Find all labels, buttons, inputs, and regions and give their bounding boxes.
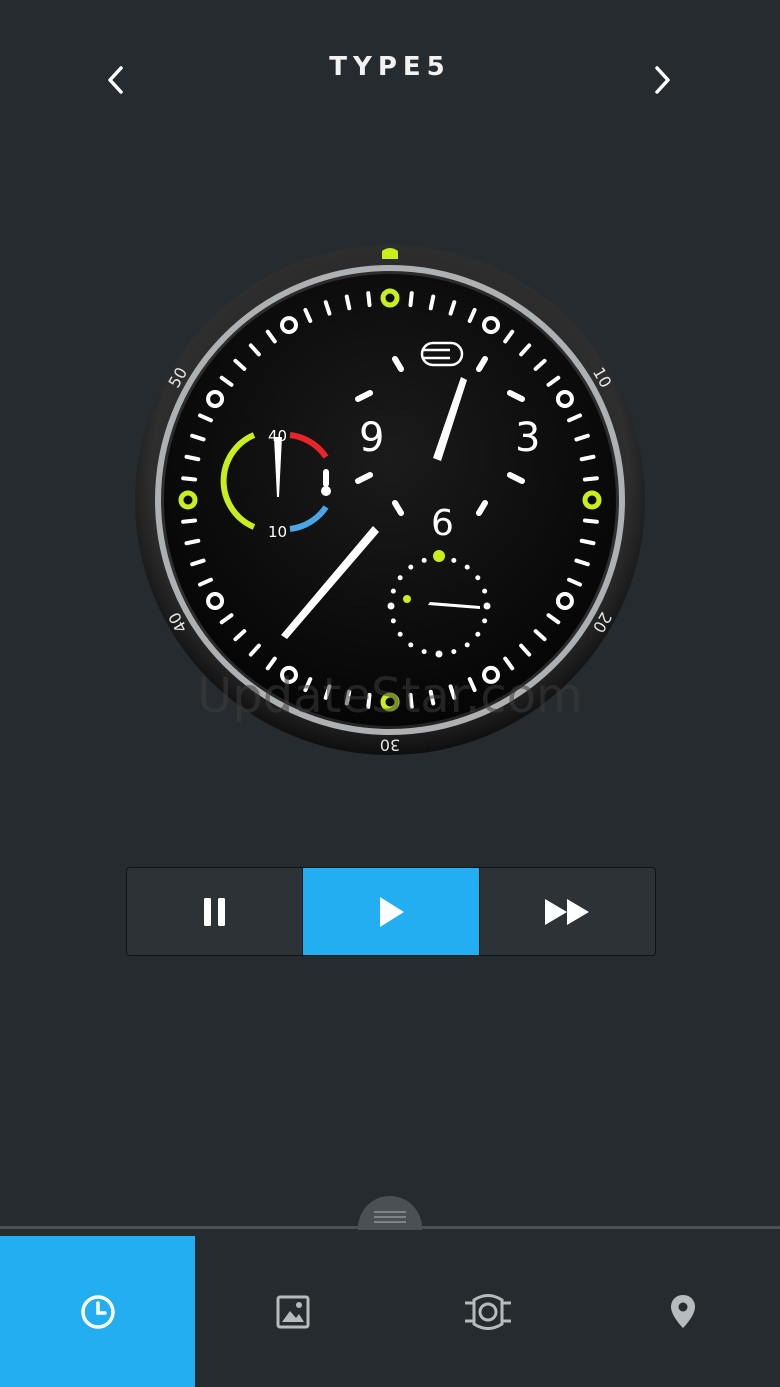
drawer-divider — [0, 1226, 780, 1229]
location-pin-icon — [670, 1294, 695, 1328]
play-icon — [379, 896, 404, 927]
image-icon — [276, 1295, 309, 1328]
watch-face: 1020304050 9 3 6 40 10 — [135, 245, 645, 755]
watch-strap-icon — [464, 1293, 511, 1330]
minute-tick — [366, 291, 372, 308]
subdial-tick — [464, 642, 470, 648]
bezel-marker — [382, 248, 398, 259]
temp-label-min: 10 — [268, 523, 287, 541]
subdial-tick — [397, 631, 403, 637]
subdial-tick — [451, 649, 457, 655]
subdial-tick — [421, 557, 427, 563]
minute-tick — [408, 692, 414, 709]
bezel-number: 30 — [380, 736, 400, 755]
minute-tick — [582, 518, 599, 524]
minute-tick — [181, 518, 198, 524]
subdial-tick — [482, 588, 488, 594]
playback-controls — [126, 867, 656, 956]
drawer-handle[interactable] — [358, 1196, 422, 1230]
pause-icon — [203, 897, 225, 926]
tab-clock[interactable] — [0, 1236, 195, 1387]
minute-tick — [184, 454, 201, 462]
minute-tick — [582, 476, 599, 482]
tab-image[interactable] — [195, 1236, 390, 1387]
subdial-tick — [408, 642, 414, 648]
numeral-3: 3 — [515, 415, 540, 461]
subdial-tick — [464, 564, 470, 570]
subdial-tick — [482, 618, 488, 624]
play-button[interactable] — [303, 868, 480, 955]
minute-tick — [181, 476, 198, 482]
subdial-tick — [475, 631, 481, 637]
clock-icon — [80, 1294, 115, 1329]
minute-tick — [579, 454, 596, 462]
tab-watch-strap[interactable] — [390, 1236, 585, 1387]
minute-tick — [366, 692, 372, 709]
minute-tick — [344, 689, 352, 706]
subdial-tick — [483, 602, 491, 610]
minute-tick — [579, 538, 596, 546]
numeral-6: 6 — [431, 503, 454, 544]
subdial-tick — [435, 650, 443, 658]
minute-tick — [184, 538, 201, 546]
watch-dial — [164, 274, 616, 726]
subdial-tick — [475, 575, 481, 581]
minute-tick — [344, 294, 352, 311]
subdial-tick — [408, 564, 414, 570]
subdial-tick — [390, 618, 396, 624]
subdial-tick — [390, 588, 396, 594]
pause-button[interactable] — [127, 868, 304, 955]
bottom-tab-bar — [0, 1236, 780, 1387]
minute-tick — [428, 689, 436, 706]
header: TYPE5 — [0, 0, 780, 140]
subdial-tick — [421, 649, 427, 655]
minute-tick — [428, 294, 436, 311]
tab-location[interactable] — [585, 1236, 780, 1387]
subdial-tick — [387, 602, 395, 610]
minute-tick — [408, 291, 414, 308]
drawer-lines-icon — [374, 1211, 406, 1223]
fast-forward-button[interactable] — [480, 868, 655, 955]
subdial-tick — [397, 575, 403, 581]
numeral-9: 9 — [359, 415, 384, 461]
fast-forward-icon — [545, 898, 590, 925]
subdial-tick — [451, 557, 457, 563]
chevron-right-icon[interactable] — [644, 62, 680, 98]
